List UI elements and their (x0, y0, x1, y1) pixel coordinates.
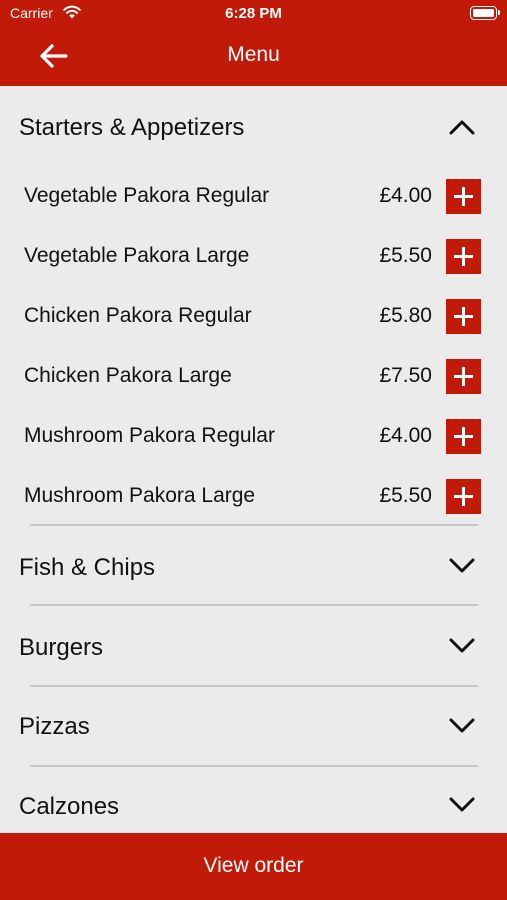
add-item-button[interactable] (446, 239, 481, 274)
section-title: Starters & Appetizers (19, 114, 245, 141)
item-price: £4.00 (379, 184, 432, 207)
chevron-up-icon (449, 120, 475, 135)
item-price: £5.80 (379, 304, 432, 327)
add-item-button[interactable] (446, 479, 481, 514)
section-title: Pizzas (19, 713, 90, 740)
menu-item: Mushroom Pakora Regular £4.00 (0, 419, 507, 484)
item-price: £5.50 (379, 484, 432, 507)
plus-icon (454, 487, 473, 506)
menu-screen: Carrier 6:28 PM Menu Starters & Appetize… (0, 0, 507, 900)
plus-icon (454, 187, 473, 206)
view-order-button[interactable]: View order (0, 833, 507, 900)
item-name: Mushroom Pakora Large (24, 484, 256, 507)
chevron-down-icon (449, 558, 475, 573)
section-header-burgers[interactable]: Burgers (0, 606, 507, 686)
add-item-button[interactable] (446, 299, 481, 334)
add-item-button[interactable] (446, 359, 481, 394)
item-name: Mushroom Pakora Regular (24, 424, 275, 447)
plus-icon (454, 307, 473, 326)
item-name: Vegetable Pakora Large (24, 244, 250, 267)
add-item-button[interactable] (446, 419, 481, 454)
section-header-pizzas[interactable]: Pizzas (0, 687, 507, 767)
item-name: Chicken Pakora Large (24, 364, 232, 387)
menu-item: Vegetable Pakora Regular £4.00 (0, 179, 507, 244)
plus-icon (454, 247, 473, 266)
item-name: Chicken Pakora Regular (24, 304, 252, 327)
item-name: Vegetable Pakora Regular (24, 184, 270, 207)
page-title: Menu (227, 43, 280, 66)
plus-icon (454, 367, 473, 386)
chevron-down-icon (449, 718, 475, 733)
plus-icon (454, 427, 473, 446)
top-bar: Carrier 6:28 PM Menu (0, 0, 507, 86)
section-title: Fish & Chips (19, 554, 156, 581)
status-bar: Carrier 6:28 PM (0, 0, 507, 28)
section-title: Burgers (19, 634, 104, 661)
add-item-button[interactable] (446, 179, 481, 214)
item-price: £7.50 (379, 364, 432, 387)
chevron-down-icon (449, 638, 475, 653)
battery-icon (470, 6, 500, 20)
item-price: £5.50 (379, 244, 432, 267)
menu-item: Chicken Pakora Regular £5.80 (0, 299, 507, 364)
menu-item: Vegetable Pakora Large £5.50 (0, 239, 507, 304)
menu-item: Chicken Pakora Large £7.50 (0, 359, 507, 424)
chevron-down-icon (449, 797, 475, 812)
clock-time: 6:28 PM (225, 5, 282, 22)
section-header-starters[interactable]: Starters & Appetizers (0, 86, 507, 166)
item-price: £4.00 (379, 424, 432, 447)
section-header-fish-chips[interactable]: Fish & Chips (0, 526, 507, 606)
section-title: Calzones (19, 793, 120, 820)
view-order-label: View order (203, 854, 304, 877)
